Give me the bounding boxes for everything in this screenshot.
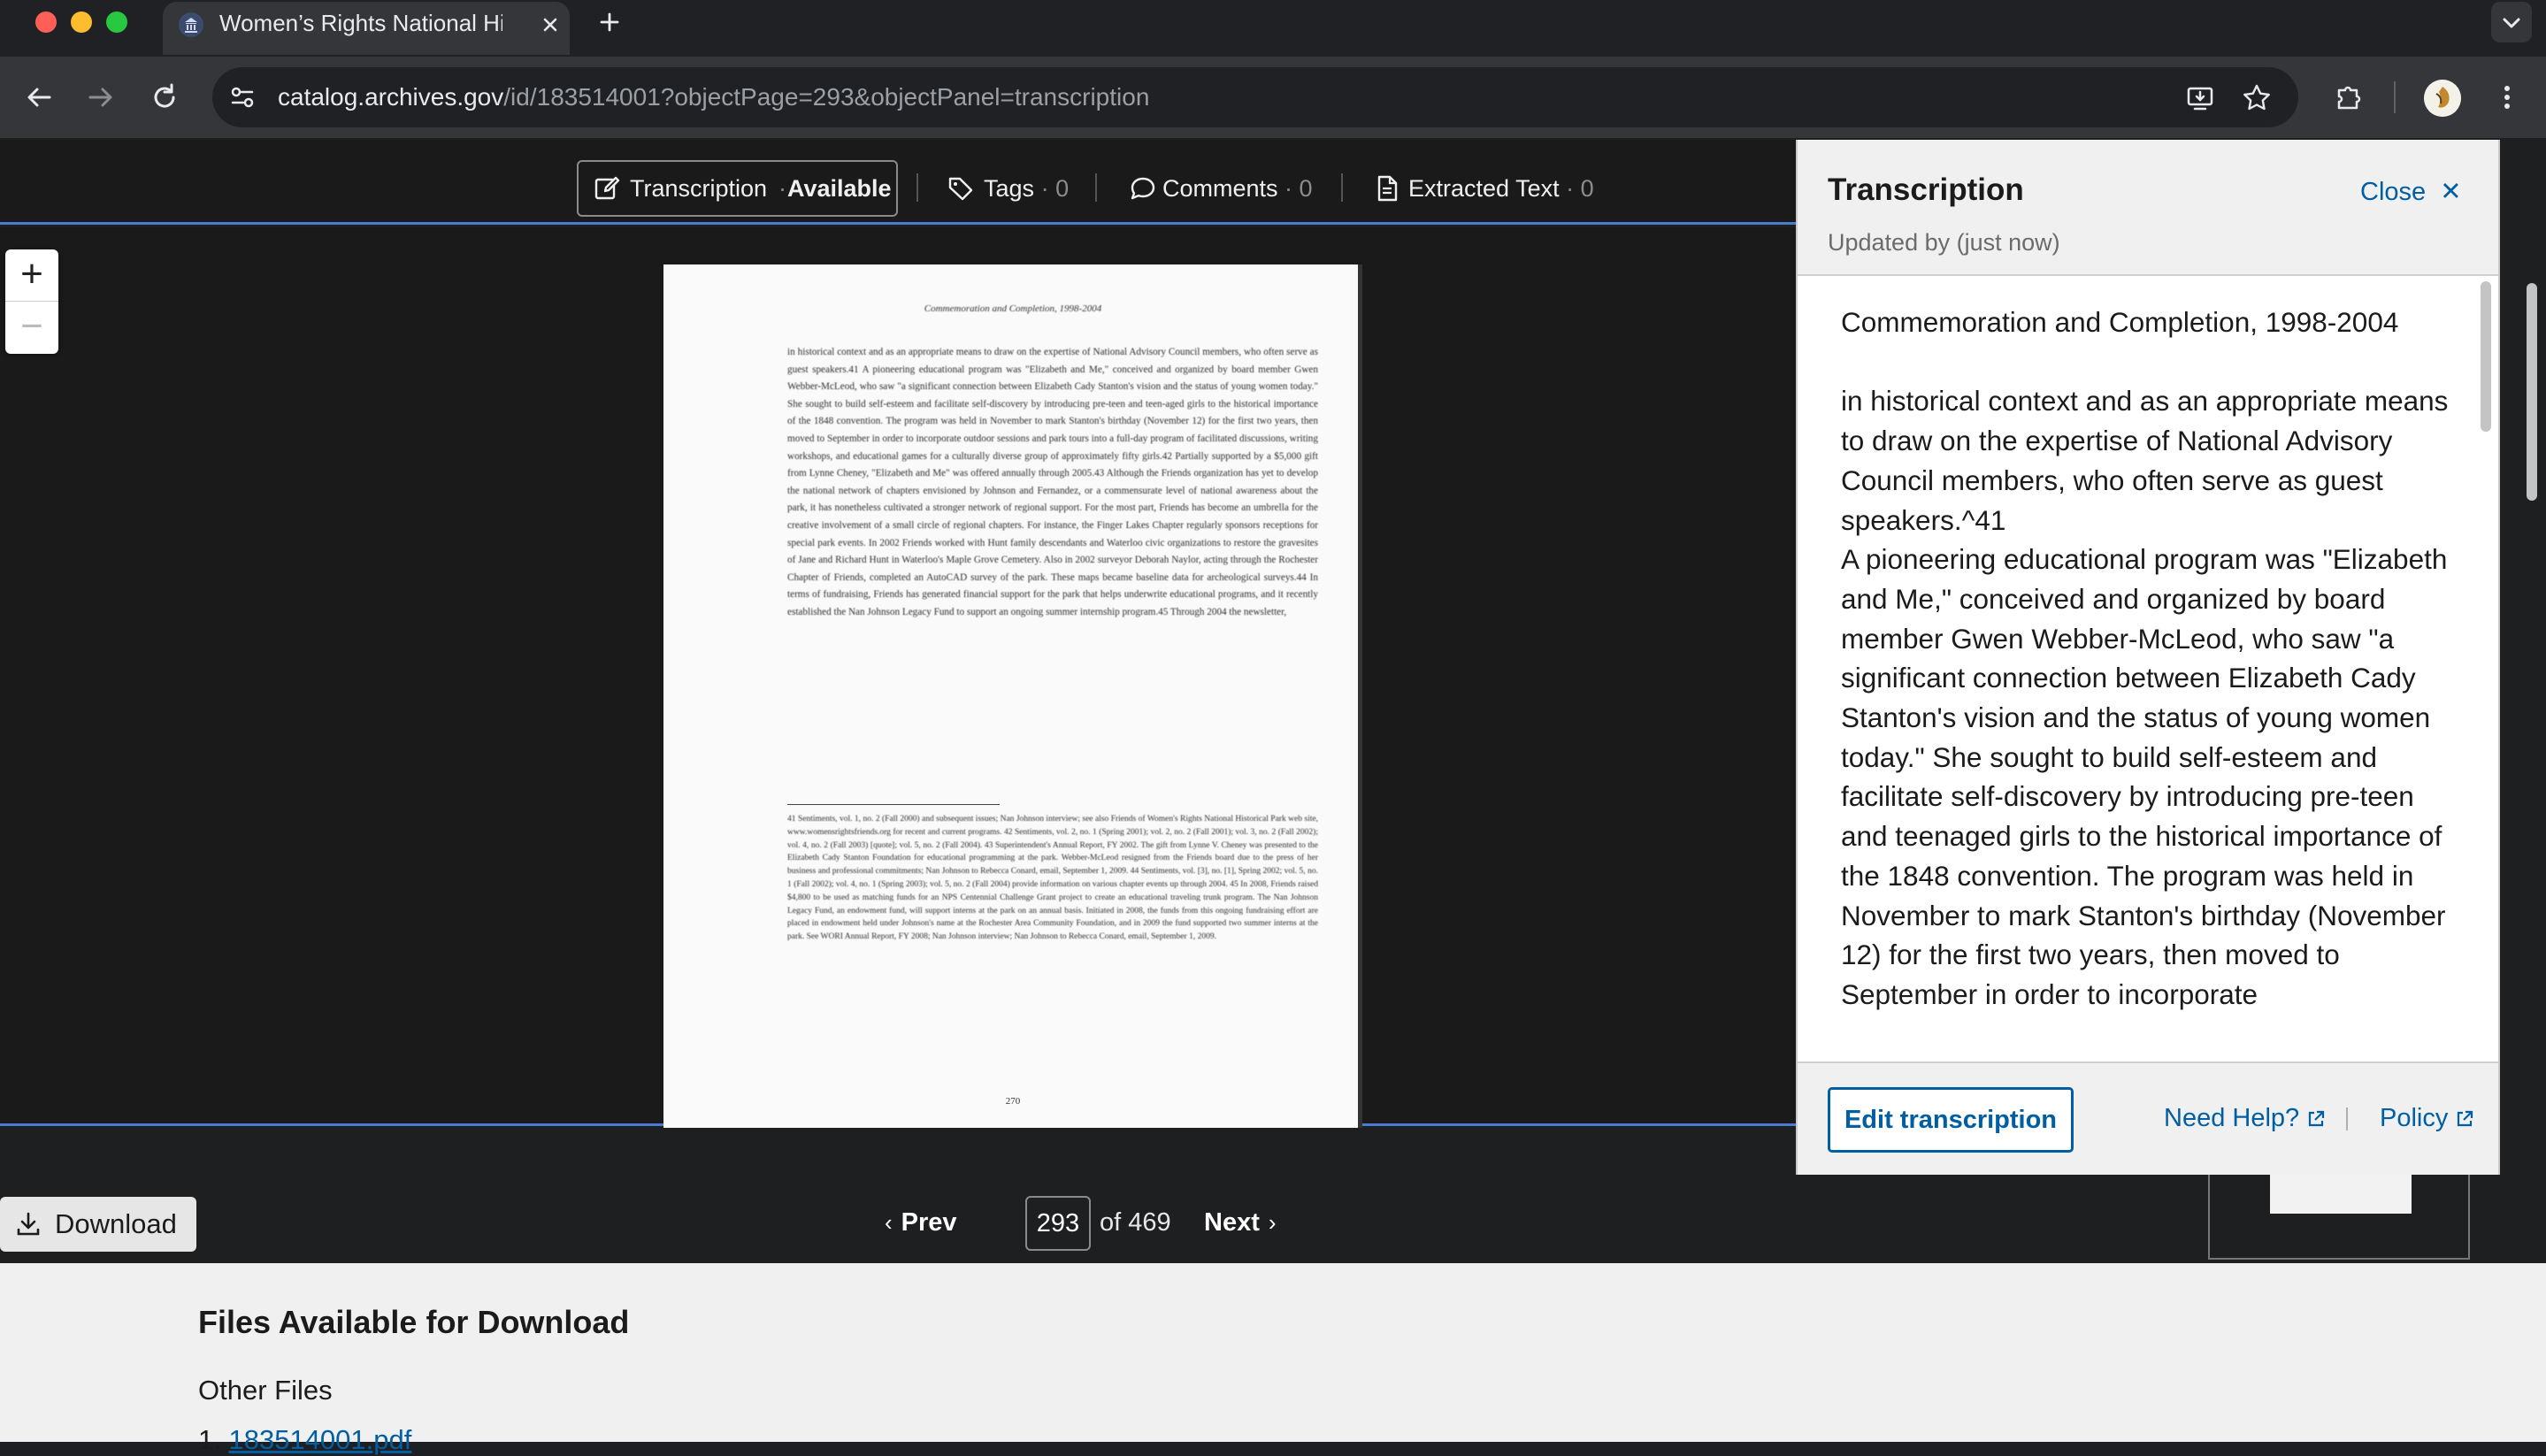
install-app-icon[interactable] (2183, 81, 2217, 115)
policy-link[interactable]: Policy (2380, 1104, 2474, 1133)
external-link-icon (2455, 1109, 2474, 1129)
forward-icon[interactable] (83, 80, 119, 115)
tags-separator: · (1040, 175, 1056, 202)
maximize-window-button[interactable] (106, 11, 127, 33)
next-button[interactable]: Next › (1204, 1208, 1277, 1238)
zoom-control: + − (5, 249, 58, 354)
browser-menu-icon[interactable] (2489, 80, 2525, 115)
toolbar-separator (1095, 173, 1097, 202)
page-total: of 469 (1100, 1208, 1171, 1237)
extracted-separator: · (1566, 175, 1581, 202)
transcription-paragraph-2: A pioneering educational program was "El… (1841, 543, 2448, 1010)
transcription-heading: Commemoration and Completion, 1998-2004 (1841, 306, 2399, 338)
comments-label: Comments (1162, 175, 1278, 202)
file-list-item: 1. 183514001.pdf (198, 1424, 411, 1456)
panel-updated-info: Updated by (just now) (1828, 229, 2060, 256)
comments-count: 0 (1299, 175, 1313, 202)
panel-title: Transcription (1828, 172, 2024, 207)
panel-scrollbar[interactable] (2481, 281, 2491, 432)
files-section (0, 1263, 2546, 1442)
tab-search-icon[interactable] (2491, 2, 2532, 42)
document-icon (1373, 174, 1401, 203)
download-icon (14, 1210, 42, 1238)
transcription-paragraph-1: in historical context and as an appropri… (1841, 385, 2449, 536)
edit-transcription-button[interactable]: Edit transcription (1828, 1087, 2074, 1153)
document-page-number: 270 (1005, 1096, 1021, 1107)
comments-tab[interactable]: Comments · 0 (1129, 171, 1313, 206)
extensions-icon[interactable] (2330, 80, 2366, 115)
file-download-link[interactable]: 183514001.pdf (228, 1424, 411, 1455)
footnote-rule (787, 804, 1000, 805)
document-page-header: Commemoration and Completion, 1998-2004 (924, 303, 1102, 314)
prev-button[interactable]: ‹ Prev (885, 1208, 957, 1238)
link-separator (2346, 1107, 2348, 1130)
close-icon: ✕ (2440, 178, 2462, 206)
transcription-text-area[interactable]: Commemoration and Completion, 1998-2004 … (1798, 274, 2498, 1063)
tag-icon (947, 174, 975, 203)
tab-title: Women’s Rights National Hist (219, 10, 502, 36)
url-text: catalog.archives.gov/id/183514001?object… (278, 82, 1149, 112)
need-help-link[interactable]: Need Help? (2164, 1104, 2326, 1133)
site-favicon-icon (179, 12, 203, 37)
document-page-body: in historical context and as an appropri… (787, 347, 1318, 617)
reload-icon[interactable] (147, 80, 182, 115)
zoom-out-button[interactable]: − (5, 302, 58, 354)
chevron-right-icon: › (1268, 1209, 1277, 1236)
thumbnail-image (2270, 1173, 2412, 1214)
files-section-title: Files Available for Download (198, 1304, 630, 1340)
zoom-in-button[interactable]: + (5, 249, 58, 302)
document-page-footnotes: 41 Sentiments, vol. 1, no. 2 (Fall 2000)… (787, 815, 1318, 942)
extracted-text-label: Extracted Text (1408, 175, 1560, 202)
next-label: Next (1204, 1208, 1260, 1237)
site-settings-icon[interactable] (226, 81, 258, 113)
separator-dot: · (778, 175, 786, 202)
document-page-image: Commemoration and Completion, 1998-2004 … (663, 264, 1362, 1128)
extracted-text-count: 0 (1580, 175, 1594, 202)
chevron-left-icon: ‹ (885, 1209, 893, 1236)
edit-pencil-icon (593, 174, 621, 203)
transcription-tab-label: Transcription (630, 175, 768, 202)
prev-label: Prev (901, 1208, 957, 1237)
tags-label: Tags (984, 175, 1035, 202)
url-path: /id/183514001?objectPage=293&objectPanel… (503, 83, 1150, 111)
page-scrollbar[interactable] (2527, 283, 2537, 501)
browser-tab[interactable]: Women’s Rights National Hist (163, 2, 570, 55)
close-tab-icon[interactable] (536, 11, 564, 39)
transcription-status: Available (787, 175, 892, 202)
policy-label: Policy (2380, 1104, 2449, 1132)
tags-count: 0 (1055, 175, 1070, 202)
close-panel-button[interactable]: Close ✕ (2360, 176, 2462, 207)
browser-tab-bar: Women’s Rights National Hist (0, 0, 2546, 57)
address-bar[interactable]: catalog.archives.gov/id/183514001?object… (212, 67, 2298, 127)
extracted-text-tab[interactable]: Extracted Text · 0 (1373, 171, 1594, 206)
toolbar-separator (916, 173, 918, 202)
transcription-tab[interactable]: Transcription · Available (577, 160, 898, 217)
toolbar-separator (1341, 173, 1343, 202)
back-icon[interactable] (21, 80, 57, 115)
profile-avatar[interactable] (2424, 80, 2461, 117)
toolbar-divider (2394, 81, 2396, 113)
file-item-number: 1. (198, 1424, 221, 1455)
page-number-input[interactable]: 293 (1025, 1196, 1091, 1251)
other-files-heading: Other Files (198, 1375, 333, 1406)
url-host: catalog.archives.gov (278, 83, 504, 111)
download-label: Download (55, 1208, 177, 1239)
close-label: Close (2360, 178, 2427, 206)
need-help-label: Need Help? (2164, 1104, 2300, 1132)
close-window-button[interactable] (35, 11, 57, 33)
download-button[interactable]: Download (0, 1197, 196, 1252)
new-tab-icon[interactable] (594, 7, 625, 37)
pagination-bar (0, 1129, 1796, 1263)
bookmark-star-icon[interactable] (2240, 81, 2274, 115)
tags-tab[interactable]: Tags · 0 (947, 171, 1069, 206)
page-thumbnail[interactable] (2208, 1173, 2470, 1260)
comment-icon (1129, 174, 1157, 203)
external-link-icon (2306, 1109, 2326, 1129)
minimize-window-button[interactable] (71, 11, 92, 33)
comments-separator: · (1285, 175, 1300, 202)
